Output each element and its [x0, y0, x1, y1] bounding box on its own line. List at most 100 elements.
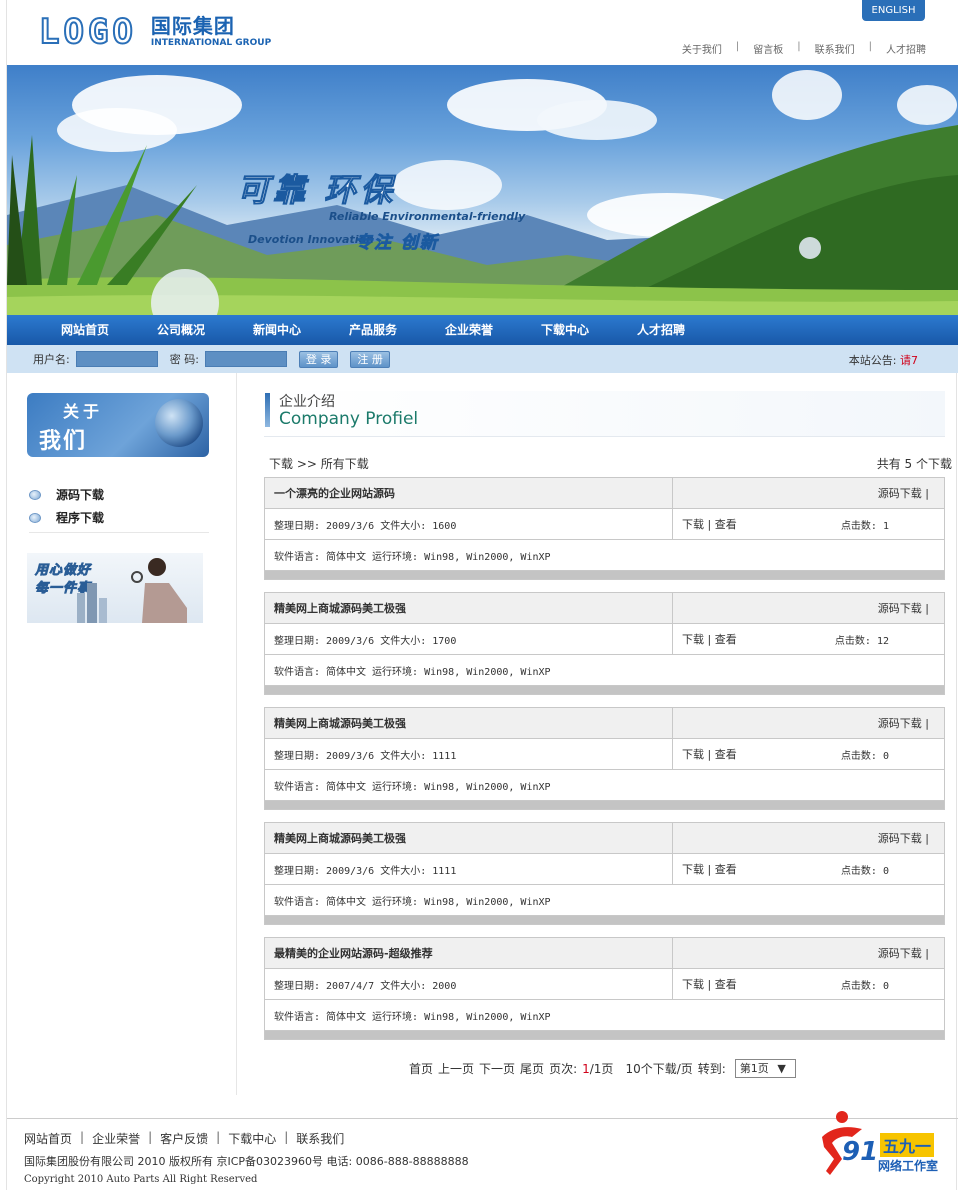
download-item: 一个漂亮的企业网站源码 源码下载 | 整理日期: 2009/3/6 文件大小: … — [264, 477, 945, 580]
item-category[interactable]: 源码下载 | — [673, 938, 944, 968]
logo-en: INTERNATIONAL GROUP — [150, 38, 272, 48]
pager-last[interactable]: 尾页 — [520, 1060, 544, 1077]
password-input[interactable] — [204, 351, 287, 367]
item-meta-row: 整理日期: 2009/3/6 文件大小: 1111 下载 | 查看 点击数: 0 — [265, 739, 944, 770]
nav-news[interactable]: 新闻中心 — [229, 315, 325, 345]
item-title-row: 精美网上商城源码美工极强 源码下载 | — [265, 823, 944, 854]
notice-label: 本站公告: — [848, 354, 897, 367]
nav-honors[interactable]: 企业荣誉 — [421, 315, 517, 345]
item-meta: 整理日期: 2009/3/6 文件大小: 1111 — [265, 739, 673, 769]
separator: | — [80, 1130, 85, 1144]
logo[interactable]: LOGO 国际集团 INTERNATIONAL GROUP — [38, 12, 272, 52]
separator: | — [284, 1130, 289, 1144]
main-content: 企业介绍 Company Profiel 下载 >> 所有下载 共有 5 个下载… — [264, 373, 952, 1095]
item-category[interactable]: 源码下载 | — [673, 708, 944, 738]
sidebar-item-source[interactable]: 源码下载 — [29, 483, 209, 506]
nav-downloads[interactable]: 下载中心 — [517, 315, 613, 345]
top-link-guestbook[interactable]: 留言板 — [753, 41, 783, 56]
item-meta-row: 整理日期: 2007/4/7 文件大小: 2000 下载 | 查看 点击数: 0 — [265, 969, 944, 1000]
item-info: 软件语言: 简体中文 运行环境: Win98, Win2000, WinXP — [274, 896, 551, 908]
item-actions[interactable]: 下载 | 查看 — [682, 631, 737, 647]
pager-per-page: 10个下载/页 — [625, 1062, 693, 1076]
item-footer-bar — [265, 801, 944, 809]
item-actions-cell: 下载 | 查看 点击数: 0 — [673, 739, 944, 769]
item-clicks: 点击数: 1 — [840, 520, 889, 532]
item-clicks: 点击数: 12 — [834, 635, 889, 647]
footer: 网站首页 | 企业荣誉 | 客户反馈 | 下载中心 | 联系我们 国际集团股份有… — [7, 1111, 958, 1190]
item-title[interactable]: 精美网上商城源码美工极强 — [265, 823, 673, 853]
item-title-row: 精美网上商城源码美工极强 源码下载 | — [265, 593, 944, 624]
english-button[interactable]: ENGLISH — [862, 0, 925, 21]
sidebar: 关于 我们 源码下载 程序下载 用心做好 每一件事 — [7, 373, 237, 1095]
page-select-value: 第1页 — [739, 1062, 769, 1075]
section-title-cn: 企业介绍 — [279, 394, 335, 410]
about-title-2: 我们 — [39, 429, 88, 454]
nav-products[interactable]: 产品服务 — [325, 315, 421, 345]
item-info-row: 软件语言: 简体中文 运行环境: Win98, Win2000, WinXP — [265, 1000, 944, 1031]
item-clicks: 点击数: 0 — [840, 980, 889, 992]
pager-total: /1页 — [589, 1062, 614, 1076]
item-meta-row: 整理日期: 2009/3/6 文件大小: 1111 下载 | 查看 点击数: 0 — [265, 854, 944, 885]
item-actions[interactable]: 下载 | 查看 — [682, 516, 737, 532]
login-button[interactable]: 登 录 — [298, 350, 339, 368]
promo-figure — [77, 558, 187, 623]
item-info-row: 软件语言: 简体中文 运行环境: Win98, Win2000, WinXP — [265, 770, 944, 801]
item-title[interactable]: 精美网上商城源码美工极强 — [265, 593, 673, 623]
studio-name: 网络工作室 — [878, 1159, 939, 1173]
bullet-icon — [29, 512, 41, 523]
top-link-jobs[interactable]: 人才招聘 — [886, 41, 926, 56]
username-label: 用户名: — [33, 353, 70, 366]
item-actions-cell: 下载 | 查看 点击数: 12 — [673, 624, 944, 654]
pagination: 首页 上一页 下一页 尾页 页次: 1 /1页 10个下载/页 转到: 第1页 … — [409, 1059, 801, 1078]
item-actions[interactable]: 下载 | 查看 — [682, 746, 737, 762]
footer-link-downloads[interactable]: 下载中心 — [228, 1130, 276, 1147]
section-bar — [265, 393, 270, 427]
item-title[interactable]: 最精美的企业网站源码-超级推荐 — [265, 938, 673, 968]
item-actions[interactable]: 下载 | 查看 — [682, 861, 737, 877]
main-nav: 网站首页 公司概况 新闻中心 产品服务 企业荣誉 下载中心 人才招聘 — [7, 315, 958, 345]
item-category[interactable]: 源码下载 | — [673, 823, 944, 853]
pager-first[interactable]: 首页 — [409, 1060, 433, 1077]
logo-word: LOGO — [38, 12, 137, 52]
top-link-about[interactable]: 关于我们 — [682, 41, 722, 56]
item-actions[interactable]: 下载 | 查看 — [682, 976, 737, 992]
studio-logo[interactable]: 91 五九一 网络工作室 — [812, 1107, 952, 1187]
pager-next[interactable]: 下一页 — [479, 1060, 515, 1077]
item-category[interactable]: 源码下载 | — [673, 593, 944, 623]
section-title-en: Company Profiel — [279, 409, 419, 429]
notice-text[interactable]: 请7 — [900, 354, 918, 367]
pager-prev[interactable]: 上一页 — [438, 1060, 474, 1077]
sidebar-item-program[interactable]: 程序下载 — [29, 506, 209, 529]
site-notice: 本站公告: 请7 — [849, 352, 918, 368]
studio-badge: 五九一 — [880, 1133, 935, 1157]
separator: | — [868, 41, 872, 52]
footer-link-home[interactable]: 网站首页 — [24, 1130, 72, 1147]
item-info: 软件语言: 简体中文 运行环境: Win98, Win2000, WinXP — [274, 666, 551, 678]
item-title[interactable]: 一个漂亮的企业网站源码 — [265, 478, 673, 508]
pager-goto-label: 转到: — [697, 1062, 726, 1076]
nav-home[interactable]: 网站首页 — [37, 315, 133, 345]
footer-links: 网站首页 | 企业荣誉 | 客户反馈 | 下载中心 | 联系我们 — [24, 1130, 344, 1147]
item-category[interactable]: 源码下载 | — [673, 478, 944, 508]
item-meta-row: 整理日期: 2009/3/6 文件大小: 1600 下载 | 查看 点击数: 1 — [265, 509, 944, 540]
separator: | — [735, 41, 740, 52]
studio-number: 91 — [842, 1137, 879, 1167]
sidebar-item-label: 程序下载 — [56, 511, 105, 525]
item-title[interactable]: 精美网上商城源码美工极强 — [265, 708, 673, 738]
password-label: 密 码: — [169, 353, 199, 366]
page-select[interactable]: 第1页 ▼ — [734, 1059, 796, 1078]
nav-jobs[interactable]: 人才招聘 — [613, 315, 709, 345]
username-input[interactable] — [75, 351, 158, 367]
item-info-row: 软件语言: 简体中文 运行环境: Win98, Win2000, WinXP — [265, 885, 944, 916]
footer-link-feedback[interactable]: 客户反馈 — [160, 1130, 208, 1147]
item-info: 软件语言: 简体中文 运行环境: Win98, Win2000, WinXP — [274, 551, 551, 563]
page: LOGO 国际集团 INTERNATIONAL GROUP ENGLISH 关于… — [6, 0, 958, 1190]
footer-link-honors[interactable]: 企业荣誉 — [92, 1130, 140, 1147]
nav-company[interactable]: 公司概况 — [133, 315, 229, 345]
footer-link-contact[interactable]: 联系我们 — [296, 1130, 344, 1147]
top-link-contact[interactable]: 联系我们 — [815, 41, 855, 56]
separator: | — [216, 1130, 221, 1144]
register-button[interactable]: 注 册 — [350, 350, 390, 368]
top-links: 关于我们 | 留言板 | 联系我们 | 人才招聘 — [682, 41, 926, 56]
pager-page-label: 页次: — [549, 1062, 578, 1076]
